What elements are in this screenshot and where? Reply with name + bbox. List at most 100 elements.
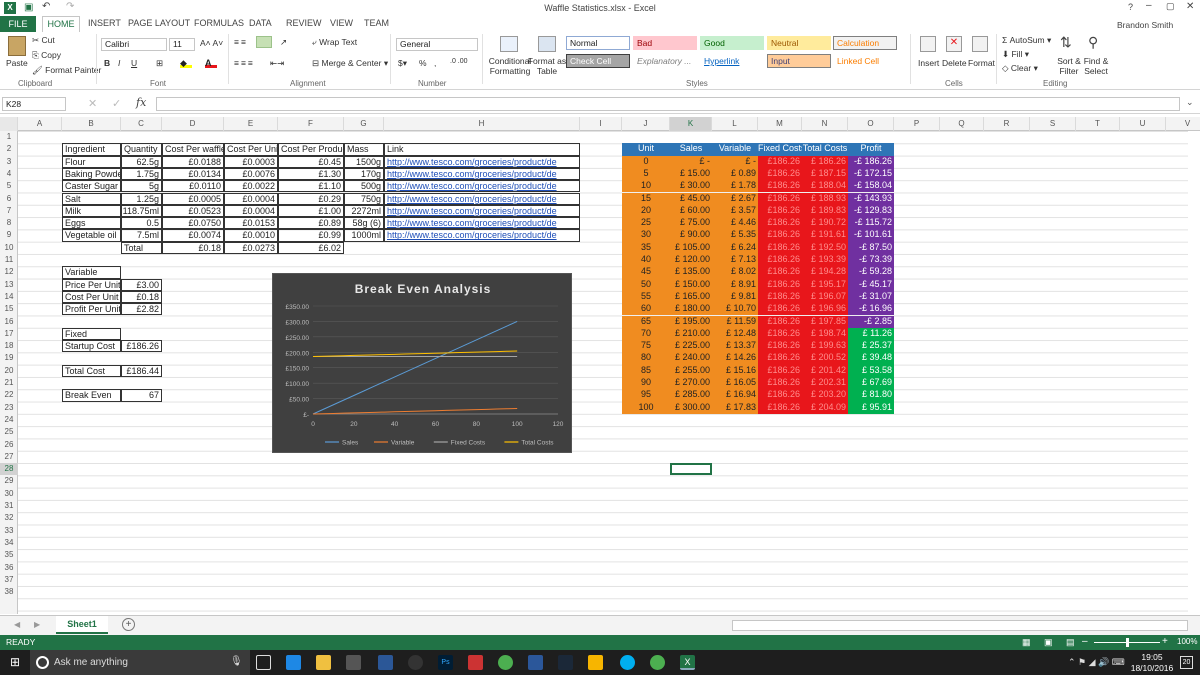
row-header-38[interactable]: 38 xyxy=(0,586,18,598)
fixed-costs-cell[interactable]: £186.26 xyxy=(758,155,802,168)
variable-cell[interactable]: £ 4.46 xyxy=(712,217,758,230)
ingredient-cell[interactable]: £0.89 xyxy=(278,217,344,230)
name-box[interactable]: K28 xyxy=(2,97,66,111)
ingredient-cell[interactable]: £0.0750 xyxy=(162,217,224,230)
total-costs-cell[interactable]: £ 188.93 xyxy=(802,192,848,205)
total-costs-cell[interactable]: £ 200.52 xyxy=(802,352,848,365)
number-format-select[interactable]: General xyxy=(396,38,478,51)
ingredient-cell[interactable]: £0.0005 xyxy=(162,192,224,205)
column-header-i[interactable]: I xyxy=(580,117,622,131)
variable-cell[interactable]: £ 9.81 xyxy=(712,290,758,304)
row-header-4[interactable]: 4 xyxy=(0,168,18,180)
ingredient-cell[interactable]: £0.0010 xyxy=(224,229,278,242)
enter-formula-icon[interactable]: ✓ xyxy=(112,97,121,110)
notifications-icon[interactable]: 20 xyxy=(1180,656,1193,669)
ingredient-cell[interactable]: Milk xyxy=(62,204,121,218)
breakeven-header[interactable]: Variable xyxy=(712,143,758,156)
profit-cell[interactable]: -£ 143.93 xyxy=(848,192,894,205)
font-color-icon[interactable]: A xyxy=(205,58,217,68)
ingredient-cell[interactable]: £0.0074 xyxy=(162,229,224,242)
total-cost-per-unit[interactable]: £0.0273 xyxy=(224,241,278,254)
ingredient-cell[interactable]: £1.10 xyxy=(278,180,344,193)
fixed-costs-cell[interactable]: £186.26 xyxy=(758,180,802,193)
profit-cell[interactable]: £ 39.48 xyxy=(848,352,894,365)
cell-style-bad[interactable]: Bad xyxy=(633,36,697,50)
folder-icon[interactable] xyxy=(588,655,603,670)
ingredient-cell[interactable]: Vegetable oil xyxy=(62,229,121,242)
paste-button[interactable]: Paste xyxy=(6,58,28,68)
tab-formulas[interactable]: FORMULAS xyxy=(194,18,244,28)
sales-cell[interactable]: £ 225.00 xyxy=(670,340,712,353)
sales-cell[interactable]: £ 195.00 xyxy=(670,315,712,328)
row-header-1[interactable]: 1 xyxy=(0,131,18,143)
system-tray-icons[interactable]: ⌃ ⚑ ◢ 🔊 ⌨ xyxy=(1068,657,1125,668)
cell-style-normal[interactable]: Normal xyxy=(566,36,630,50)
profit-cell[interactable]: £ 25.37 xyxy=(848,340,894,353)
row-header-12[interactable]: 12 xyxy=(0,266,18,278)
ingredient-cell[interactable]: 170g xyxy=(344,167,384,181)
total-costs-cell[interactable]: £ 187.15 xyxy=(802,167,848,181)
column-header-d[interactable]: D xyxy=(162,117,224,131)
variable-cell[interactable]: £ 14.26 xyxy=(712,352,758,365)
fixed-costs-cell[interactable]: £186.26 xyxy=(758,266,802,279)
variable-cell[interactable]: £ 8.91 xyxy=(712,278,758,291)
column-header-p[interactable]: P xyxy=(894,117,940,131)
variable-cell[interactable]: £ 12.48 xyxy=(712,327,758,341)
unit-cell[interactable]: 30 xyxy=(622,229,670,242)
row-header-7[interactable]: 7 xyxy=(0,205,18,217)
photoshop-icon[interactable]: Ps xyxy=(438,655,453,670)
format-button[interactable]: Format xyxy=(968,58,995,68)
break-even-label[interactable]: Break Even xyxy=(62,389,121,402)
sales-cell[interactable]: £ 45.00 xyxy=(670,192,712,205)
sales-cell[interactable]: £ 300.00 xyxy=(670,401,712,414)
prev-sheet-icon[interactable]: ◀ xyxy=(14,620,20,629)
ingredient-cell[interactable]: Salt xyxy=(62,192,121,205)
ingredient-cell[interactable]: Flour xyxy=(62,155,121,168)
ingredient-cell[interactable]: £1.30 xyxy=(278,167,344,181)
profit-cell[interactable]: £ 53.58 xyxy=(848,364,894,377)
row-header-17[interactable]: 17 xyxy=(0,328,18,340)
ingredient-cell[interactable]: £0.0110 xyxy=(162,180,224,193)
total-costs-cell[interactable]: £ 192.50 xyxy=(802,241,848,254)
unit-cell[interactable]: 100 xyxy=(622,401,670,414)
sales-cell[interactable]: £ 75.00 xyxy=(670,217,712,230)
total-label[interactable]: Total xyxy=(121,241,162,254)
price-per-unit-value[interactable]: £3.00 xyxy=(121,278,162,291)
row-header-13[interactable]: 13 xyxy=(0,279,18,291)
store-icon[interactable] xyxy=(346,655,361,670)
column-header-m[interactable]: M xyxy=(758,117,802,131)
unit-cell[interactable]: 5 xyxy=(622,167,670,181)
ingredient-cell[interactable]: Eggs xyxy=(62,217,121,230)
insert-function-icon[interactable]: fx xyxy=(136,96,146,109)
ingredient-cell[interactable]: £0.0004 xyxy=(224,192,278,205)
tab-data[interactable]: DATA xyxy=(249,18,272,28)
variable-label[interactable]: Variable xyxy=(62,266,121,279)
app-icon[interactable] xyxy=(468,655,483,670)
vertical-align-icons[interactable]: ≡≡ xyxy=(234,37,248,47)
profit-cell[interactable]: -£ 87.50 xyxy=(848,241,894,254)
unit-cell[interactable]: 40 xyxy=(622,254,670,267)
variable-cell[interactable]: £ 16.94 xyxy=(712,389,758,402)
selected-cell-k28[interactable] xyxy=(670,463,712,476)
unit-cell[interactable]: 0 xyxy=(622,155,670,168)
sheet-tab-sheet1[interactable]: Sheet1 xyxy=(56,616,108,634)
total-costs-cell[interactable]: £ 199.63 xyxy=(802,340,848,353)
total-costs-cell[interactable]: £ 188.04 xyxy=(802,180,848,193)
ingredient-cell[interactable]: 1.75g xyxy=(121,167,162,181)
ingredient-header[interactable]: Cost Per Unit xyxy=(224,143,278,156)
column-header-g[interactable]: G xyxy=(344,117,384,131)
sort-filter-icon[interactable]: ⇅ xyxy=(1060,34,1072,51)
profit-cell[interactable]: -£ 59.28 xyxy=(848,266,894,279)
break-even-value[interactable]: 67 xyxy=(121,389,162,402)
fixed-costs-cell[interactable]: £186.26 xyxy=(758,278,802,291)
fixed-costs-cell[interactable]: £186.26 xyxy=(758,241,802,254)
help-icon[interactable]: ? xyxy=(1128,2,1133,12)
column-header-a[interactable]: A xyxy=(18,117,62,131)
row-header-19[interactable]: 19 xyxy=(0,352,18,364)
total-cost-value[interactable]: £186.44 xyxy=(121,364,162,377)
comma-icon[interactable]: , xyxy=(434,58,436,68)
format-table-icon[interactable] xyxy=(538,36,556,52)
fixed-costs-cell[interactable]: £186.26 xyxy=(758,217,802,230)
row-header-8[interactable]: 8 xyxy=(0,217,18,229)
paste-icon[interactable] xyxy=(8,36,26,56)
